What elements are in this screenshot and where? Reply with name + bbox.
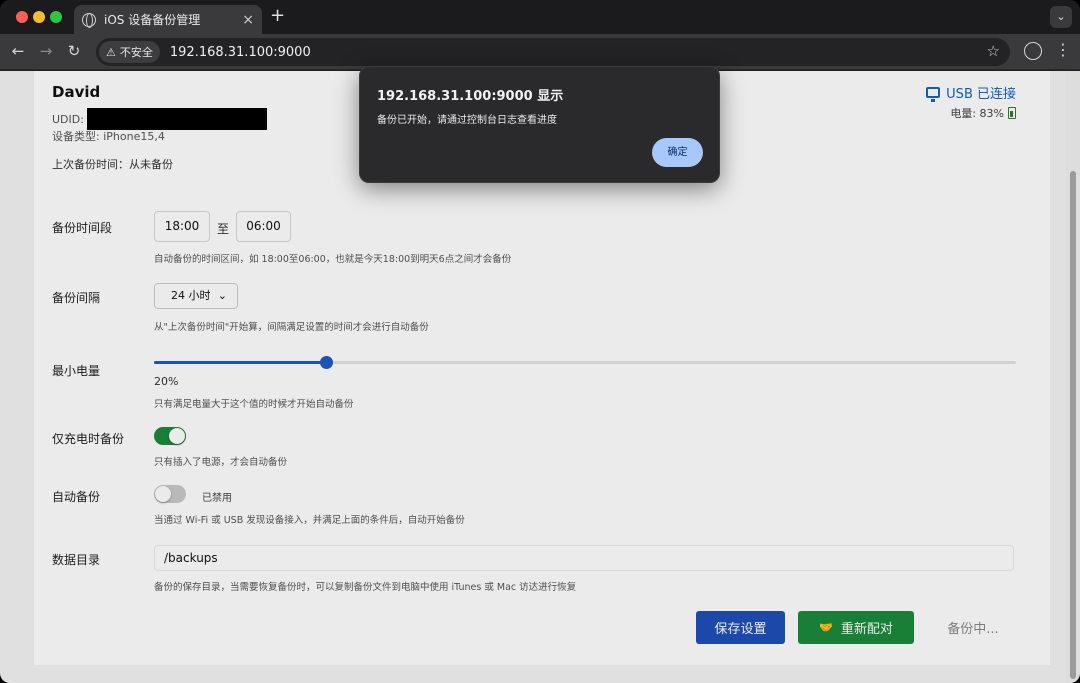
forward-arrow-icon[interactable]: → (36, 41, 56, 61)
close-tab-icon[interactable]: × (242, 12, 254, 28)
browser-window: iOS 设备备份管理 × + ⌄ ← → ↻ ⚠ 不安全 192.168.31.… (0, 0, 1080, 683)
dialog-ok-button[interactable]: 确定 (652, 138, 703, 167)
close-window-button[interactable] (16, 11, 28, 23)
browser-menu-icon[interactable]: ⋮ (1055, 40, 1071, 60)
url-text[interactable]: 192.168.31.100:9000 (170, 45, 311, 60)
maximize-window-button[interactable] (50, 11, 62, 23)
address-bar[interactable]: ⚠ 不安全 192.168.31.100:9000 ☆ (96, 38, 1010, 66)
tab-search-button[interactable]: ⌄ (1050, 6, 1072, 28)
tab-title: iOS 设备备份管理 (104, 13, 201, 27)
tab-ios-backup[interactable]: iOS 设备备份管理 × (74, 5, 262, 34)
security-label: 不安全 (119, 46, 153, 59)
globe-icon (82, 12, 96, 28)
bookmark-star-icon[interactable]: ☆ (987, 42, 1000, 60)
reload-icon[interactable]: ↻ (64, 41, 84, 61)
dialog-title: 192.168.31.100:9000 显示 (377, 89, 564, 104)
warning-icon: ⚠ (106, 45, 116, 59)
minimize-window-button[interactable] (33, 11, 45, 23)
alert-dialog: 192.168.31.100:9000 显示 备份已开始，请通过控制台日志查看进… (359, 66, 720, 183)
tab-strip: iOS 设备备份管理 × + ⌄ (0, 0, 1080, 34)
security-chip[interactable]: ⚠ 不安全 (99, 41, 160, 63)
browser-toolbar: ← → ↻ ⚠ 不安全 192.168.31.100:9000 ☆ ⋮ (0, 34, 1080, 70)
dialog-message: 备份已开始，请通过控制台日志查看进度 (377, 115, 557, 126)
new-tab-button[interactable]: + (270, 6, 285, 26)
profile-icon[interactable] (1024, 42, 1042, 60)
back-arrow-icon[interactable]: ← (8, 41, 28, 61)
